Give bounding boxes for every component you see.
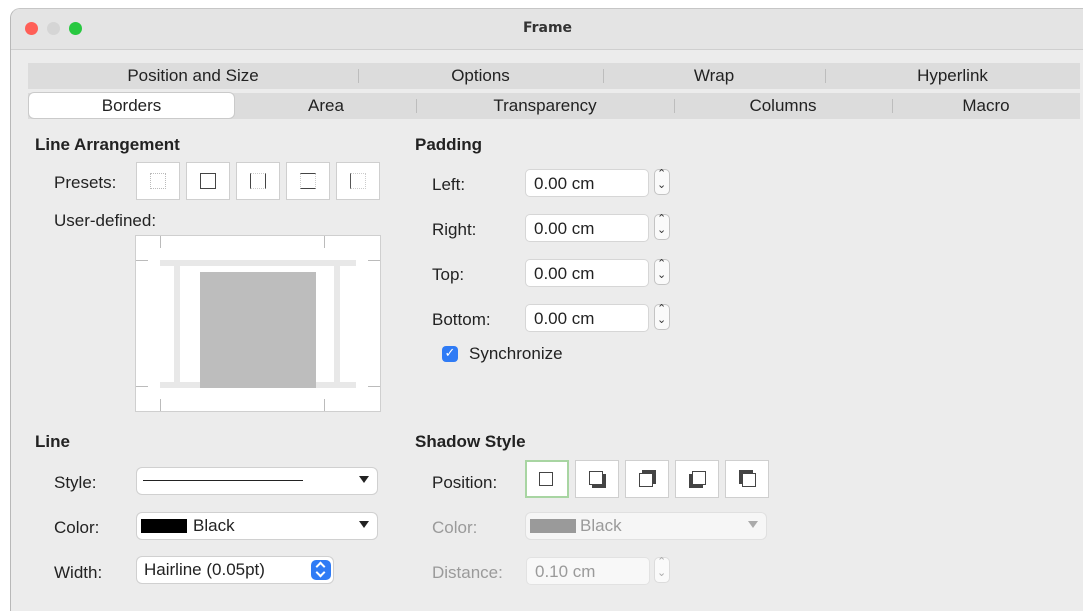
line-arrangement-heading: Line Arrangement [35, 135, 180, 154]
synchronize-label: Synchronize [469, 344, 563, 363]
shadow-bottom-left-icon [692, 471, 706, 485]
tab-transparency[interactable]: Transparency [416, 93, 674, 119]
line-style-dropdown[interactable] [137, 468, 377, 494]
tab-row-2: Borders Area Transparency Columns Macro [28, 93, 1080, 119]
shadow-distance-value: 0.10 cm [535, 562, 596, 581]
shadow-distance-field[interactable]: 0.10 cm [526, 557, 650, 585]
user-defined-label: User-defined: [54, 211, 157, 230]
padding-right-value: 0.00 cm [534, 219, 595, 238]
corner-tick [136, 386, 148, 387]
tab-hyperlink[interactable]: Hyperlink [825, 63, 1080, 89]
frame-preview-box [200, 272, 316, 388]
line-color-label: Color: [54, 518, 100, 537]
synchronize-checkbox[interactable]: ✓ [442, 346, 458, 362]
corner-tick [368, 386, 380, 387]
no-shadow-icon [539, 472, 553, 486]
border-guide [174, 260, 180, 388]
shadow-color-value: Black [580, 516, 622, 535]
padding-bottom-field[interactable]: 0.00 cm [525, 304, 649, 332]
preset-left-border[interactable] [336, 162, 380, 200]
left-border-icon [350, 173, 366, 189]
padding-heading: Padding [415, 135, 483, 154]
preset-top-bottom-border[interactable] [286, 162, 330, 200]
padding-bottom-label: Bottom: [432, 310, 491, 329]
tab-area[interactable]: Area [236, 93, 416, 119]
tab-row-1: Position and Size Options Wrap Hyperlink [28, 63, 1080, 89]
shadow-distance-stepper[interactable] [654, 555, 670, 583]
shadow-position-group [525, 460, 769, 498]
window-title: Frame [522, 20, 573, 36]
shadow-bottom-left-option[interactable] [675, 460, 719, 498]
shadow-color-label: Color: [432, 518, 478, 537]
tab-wrap[interactable]: Wrap [603, 63, 825, 89]
padding-right-field[interactable]: 0.00 cm [525, 214, 649, 242]
shadow-distance-label: Distance: [432, 563, 503, 582]
padding-right-label: Right: [432, 220, 477, 239]
padding-left-label: Left: [432, 175, 466, 194]
line-heading: Line [35, 432, 70, 451]
shadow-top-right-option[interactable] [625, 460, 669, 498]
shadow-style-heading: Shadow Style [415, 432, 526, 451]
outer-border-icon [200, 173, 216, 189]
preset-no-borders[interactable] [136, 162, 180, 200]
top-bottom-border-icon [300, 173, 316, 189]
tab-position-and-size[interactable]: Position and Size [28, 63, 358, 89]
user-defined-border-preview[interactable] [135, 235, 381, 412]
preset-outer-border[interactable] [186, 162, 230, 200]
padding-left-value: 0.00 cm [534, 174, 595, 193]
shadow-top-right-icon [639, 473, 653, 487]
corner-tick [324, 236, 325, 248]
line-color-value: Black [193, 516, 235, 535]
padding-top-label: Top: [432, 265, 465, 284]
corner-tick [136, 260, 148, 261]
padding-top-field[interactable]: 0.00 cm [525, 259, 649, 287]
shadow-top-left-option[interactable] [725, 460, 769, 498]
line-style-sample [143, 480, 303, 481]
corner-tick [160, 399, 161, 411]
chevron-down-icon [359, 476, 369, 483]
padding-top-value: 0.00 cm [534, 264, 595, 283]
shadow-none-option[interactable] [525, 460, 569, 498]
line-color-dropdown[interactable]: Black [137, 513, 377, 539]
border-guide [160, 260, 356, 266]
tab-columns[interactable]: Columns [674, 93, 892, 119]
preset-left-right-border[interactable] [236, 162, 280, 200]
shadow-bottom-right-option[interactable] [575, 460, 619, 498]
corner-tick [160, 236, 161, 248]
color-swatch [530, 519, 576, 533]
chevron-down-icon [359, 521, 369, 528]
tab-borders[interactable]: Borders [29, 93, 234, 118]
presets-group [136, 162, 380, 200]
corner-tick [368, 260, 380, 261]
no-borders-icon [150, 173, 166, 189]
left-right-border-icon [250, 173, 266, 189]
line-width-value: Hairline (0.05pt) [144, 560, 265, 579]
shadow-color-dropdown[interactable]: Black [526, 513, 766, 539]
line-width-label: Width: [54, 563, 103, 582]
border-guide [334, 260, 340, 388]
color-swatch [141, 519, 187, 533]
presets-label: Presets: [54, 173, 117, 192]
padding-right-stepper[interactable] [654, 212, 670, 240]
padding-bottom-stepper[interactable] [654, 302, 670, 330]
updown-chevron-icon [311, 560, 331, 580]
chevron-down-icon [748, 521, 758, 528]
padding-top-stepper[interactable] [654, 257, 670, 285]
corner-tick [324, 399, 325, 411]
shadow-top-left-icon [742, 473, 756, 487]
shadow-bottom-right-icon [589, 471, 603, 485]
padding-left-field[interactable]: 0.00 cm [525, 169, 649, 197]
padding-bottom-value: 0.00 cm [534, 309, 595, 328]
title-bar: Frame [11, 9, 1083, 50]
line-style-label: Style: [54, 473, 97, 492]
frame-dialog: Frame Position and Size Options Wrap Hyp… [10, 8, 1083, 611]
line-width-dropdown[interactable]: Hairline (0.05pt) [137, 557, 333, 583]
shadow-position-label: Position: [432, 473, 498, 492]
tab-macro[interactable]: Macro [892, 93, 1080, 119]
padding-left-stepper[interactable] [654, 167, 670, 195]
tab-options[interactable]: Options [358, 63, 603, 89]
